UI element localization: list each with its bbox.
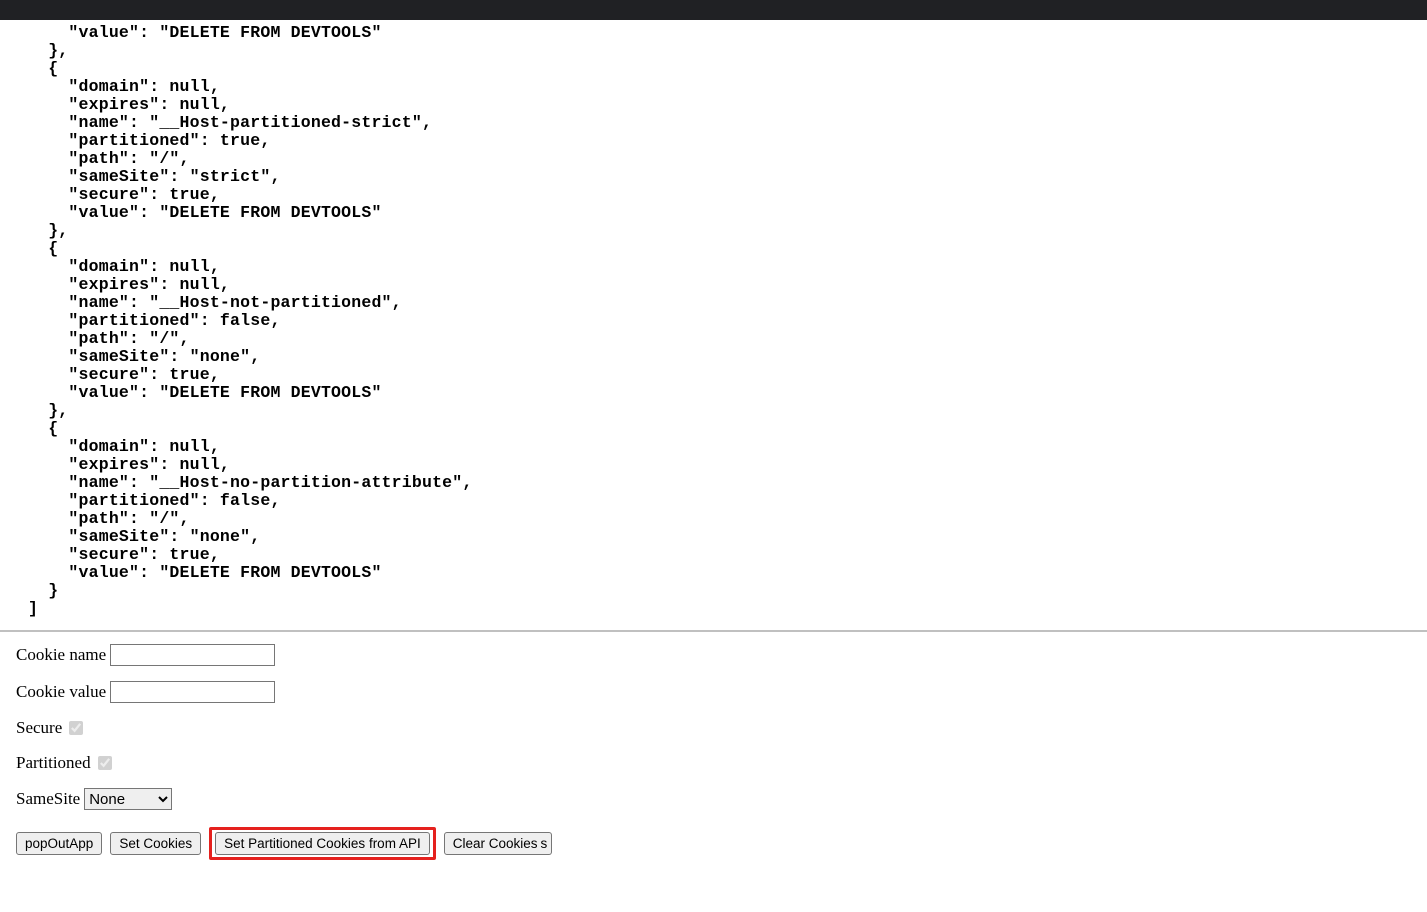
browser-toolbar <box>0 0 1427 20</box>
set-cookies-button[interactable]: Set Cookies <box>110 832 201 855</box>
button-row: popOutApp Set Cookies Set Partitioned Co… <box>0 827 1427 860</box>
samesite-label: SameSite <box>16 789 80 809</box>
cookie-name-input[interactable] <box>110 644 275 666</box>
partitioned-row: Partitioned <box>16 753 1411 773</box>
popout-button[interactable]: popOutApp <box>16 832 102 855</box>
cookie-name-row: Cookie name <box>16 644 1411 666</box>
clear-cookies-button[interactable]: Clear Cookies <box>444 832 547 855</box>
trailing-button-fragment: s <box>539 832 553 855</box>
partitioned-label: Partitioned <box>16 753 91 773</box>
secure-row: Secure <box>16 718 1411 738</box>
secure-label: Secure <box>16 718 62 738</box>
highlighted-button-box: Set Partitioned Cookies from API <box>209 827 436 860</box>
samesite-row: SameSite NoneLaxStrict <box>16 788 1411 810</box>
set-partitioned-cookies-button[interactable]: Set Partitioned Cookies from API <box>215 832 430 855</box>
cookie-value-input[interactable] <box>110 681 275 703</box>
samesite-select[interactable]: NoneLaxStrict <box>84 788 172 810</box>
cookie-value-label: Cookie value <box>16 682 106 702</box>
cookie-form: Cookie name Cookie value Secure Partitio… <box>0 644 1427 810</box>
json-output: "value": "DELETE FROM DEVTOOLS" }, { "do… <box>0 20 1427 622</box>
cookie-value-row: Cookie value <box>16 681 1411 703</box>
page-content: "value": "DELETE FROM DEVTOOLS" }, { "do… <box>0 20 1427 860</box>
partitioned-checkbox[interactable] <box>98 756 112 770</box>
clear-cookies-group: Clear Cookies s <box>444 832 553 855</box>
secure-checkbox[interactable] <box>69 721 83 735</box>
divider <box>0 630 1427 632</box>
cookie-name-label: Cookie name <box>16 645 106 665</box>
